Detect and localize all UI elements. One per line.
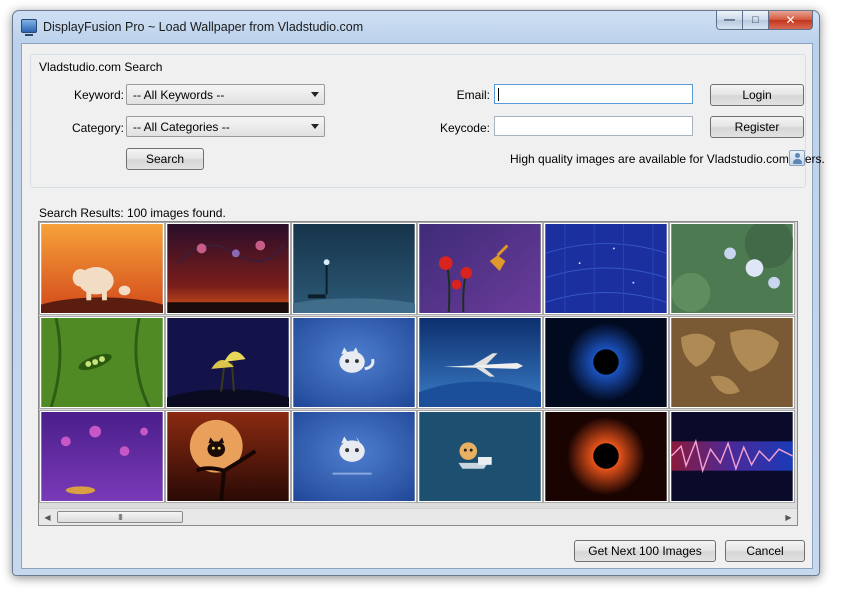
thumbnail-monkey-laptop[interactable] <box>417 410 543 503</box>
airplane-over-earth-icon <box>419 318 541 407</box>
birds-night-sky-icon <box>167 224 289 313</box>
hummingbird-poppies-icon <box>419 224 541 313</box>
sound-wave-spectrum-icon <box>671 412 793 501</box>
user-info-icon[interactable] <box>789 150 805 166</box>
category-value: -- All Categories -- <box>133 120 230 134</box>
chevron-down-icon <box>311 124 319 129</box>
window-title: DisplayFusion Pro ~ Load Wallpaper from … <box>43 20 364 34</box>
pea-pod-vines-icon <box>41 318 163 407</box>
elephant-sunset-icon <box>41 224 163 313</box>
thumbnail-hummingbird-poppies[interactable] <box>417 222 543 315</box>
app-monitor-icon <box>21 19 37 36</box>
monkey-laptop-icon <box>419 412 541 501</box>
email-field[interactable] <box>494 84 693 104</box>
solar-eclipse-orange-icon <box>545 412 667 501</box>
white-cat-blue-icon <box>293 412 415 501</box>
thumbnail-birds-night-sky[interactable] <box>165 222 291 315</box>
thumbnail-glowing-mushrooms[interactable] <box>165 316 291 409</box>
cat-on-moon-tree-icon <box>167 412 289 501</box>
keyword-value: -- All Keywords -- <box>133 88 225 102</box>
category-label: Category: <box>71 121 124 135</box>
scroll-thumb[interactable]: III <box>57 511 183 523</box>
thumbnail-blue-constellation-map[interactable] <box>543 222 669 315</box>
chevron-down-icon <box>311 92 319 97</box>
thumbnail-airplane-over-earth[interactable] <box>417 316 543 409</box>
thumbnail-purple-floral[interactable] <box>39 410 165 503</box>
thumbnail-solar-eclipse-orange[interactable] <box>543 410 669 503</box>
thumbnail-blue-flowers[interactable] <box>669 222 795 315</box>
thumbnail-pea-pod-vines[interactable] <box>39 316 165 409</box>
search-group-title: Vladstudio.com Search <box>39 60 163 74</box>
hand-cursor-icon <box>393 364 416 408</box>
close-icon: ✕ <box>785 13 796 27</box>
email-label: Email: <box>456 88 490 102</box>
keycode-field[interactable] <box>494 116 693 136</box>
thumbnail-white-cat-blue[interactable] <box>291 410 417 503</box>
solar-eclipse-blue-icon <box>545 318 667 407</box>
glowing-mushrooms-icon <box>167 318 289 407</box>
login-button[interactable]: Login <box>710 84 804 106</box>
search-button[interactable]: Search <box>126 148 204 170</box>
results-label: Search Results: 100 images found. <box>39 206 226 220</box>
thumbnail-cat-on-moon-tree[interactable] <box>165 410 291 503</box>
scroll-left-button[interactable]: ◀ <box>39 509 56 525</box>
blue-flowers-icon <box>671 224 793 313</box>
thumbnail-sound-wave-spectrum[interactable] <box>669 410 795 503</box>
scroll-thumb-grip: III <box>118 512 123 522</box>
foggy-park-lamp-icon <box>293 224 415 313</box>
minimize-icon: — <box>724 14 735 26</box>
thumbnail-vintage-world-map[interactable] <box>669 316 795 409</box>
horizontal-scrollbar[interactable]: ◀ III ▶ <box>39 508 797 525</box>
thumbnail-elephant-sunset[interactable] <box>39 222 165 315</box>
blue-constellation-map-icon <box>545 224 667 313</box>
text-caret <box>498 88 499 101</box>
vintage-world-map-icon <box>671 318 793 407</box>
thumbnail-white-cat-blue[interactable] <box>291 316 417 409</box>
keyword-dropdown[interactable]: -- All Keywords -- <box>126 84 325 105</box>
category-dropdown[interactable]: -- All Categories -- <box>126 116 325 137</box>
title-bar[interactable]: DisplayFusion Pro ~ Load Wallpaper from … <box>13 11 819 43</box>
hq-note: High quality images are available for Vl… <box>510 152 825 166</box>
thumbnail-solar-eclipse-blue[interactable] <box>543 316 669 409</box>
get-next-images-button[interactable]: Get Next 100 Images <box>574 540 716 562</box>
keyword-label: Keyword: <box>73 88 124 102</box>
register-button[interactable]: Register <box>710 116 804 138</box>
purple-floral-icon <box>41 412 163 501</box>
maximize-button[interactable]: □ <box>743 11 769 30</box>
chevron-right-icon: ▶ <box>785 512 792 522</box>
scroll-right-button[interactable]: ▶ <box>780 509 797 525</box>
chevron-left-icon: ◀ <box>44 512 51 522</box>
dialog-client: Vladstudio.com Search Keyword: -- All Ke… <box>21 43 825 569</box>
minimize-button[interactable]: — <box>716 11 743 30</box>
maximize-icon: □ <box>752 14 759 26</box>
keycode-label: Keycode: <box>439 121 490 135</box>
results-grid: ◀ III ▶ <box>38 221 798 526</box>
thumbnail-foggy-park-lamp[interactable] <box>291 222 417 315</box>
caption-buttons: — □ ✕ <box>716 11 813 31</box>
cancel-button[interactable]: Cancel <box>725 540 805 562</box>
main-window: DisplayFusion Pro ~ Load Wallpaper from … <box>12 10 825 576</box>
close-button[interactable]: ✕ <box>769 11 813 30</box>
